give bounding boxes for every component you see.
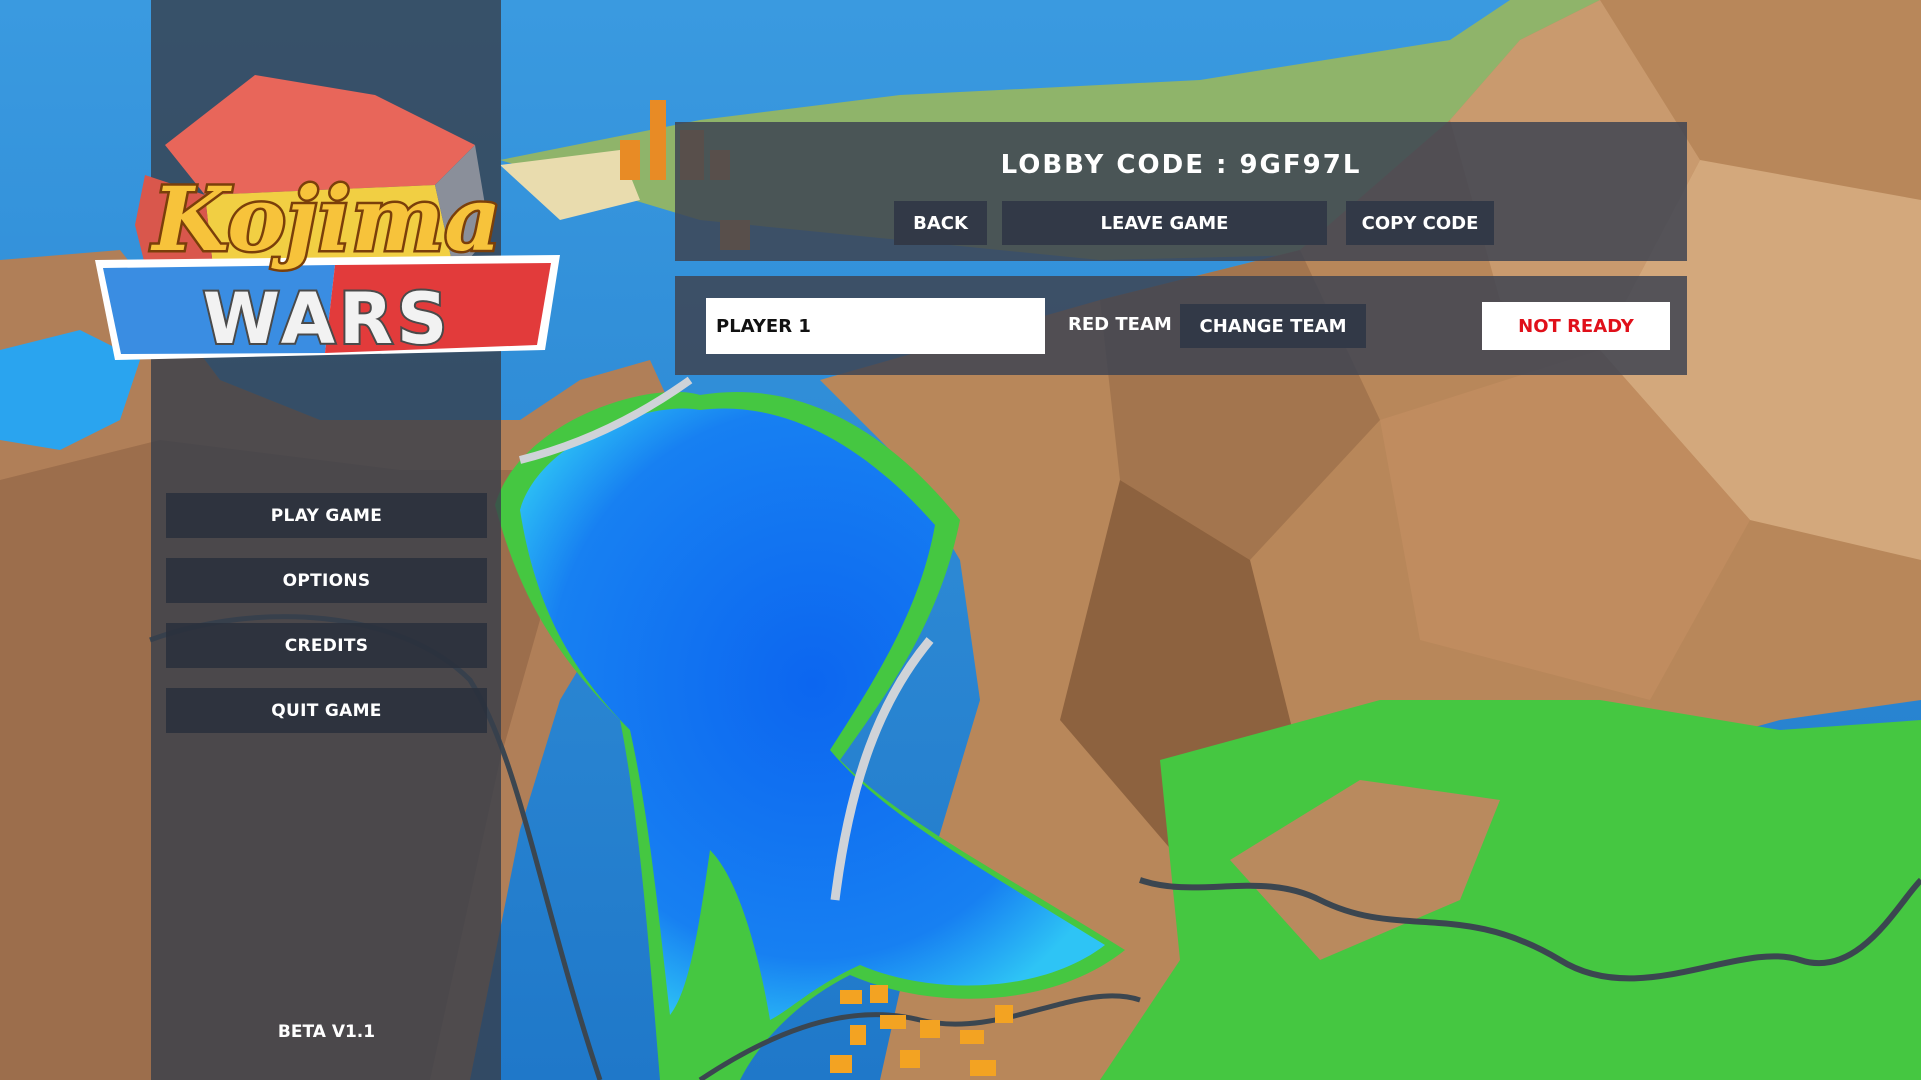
back-button[interactable]: BACK [894, 201, 987, 245]
credits-button[interactable]: CREDITS [166, 623, 487, 668]
quit-game-button[interactable]: QUIT GAME [166, 688, 487, 733]
logo-title-wars: WARS [203, 278, 452, 360]
ready-status-button[interactable]: NOT READY [1482, 302, 1670, 350]
copy-code-button[interactable]: COPY CODE [1346, 201, 1494, 245]
lobby-code-title: LOBBY CODE : 9GF97L [1000, 150, 1362, 180]
options-button[interactable]: OPTIONS [166, 558, 487, 603]
valley-grass [1100, 700, 1921, 1080]
play-game-button[interactable]: PLAY GAME [166, 493, 487, 538]
kojima-wars-logo: Kojima WARS [95, 75, 560, 362]
version-label: BETA V1.1 [277, 1022, 376, 1042]
logo-title-kojima: Kojima [150, 167, 502, 271]
player-name-input[interactable] [706, 298, 1045, 354]
leave-game-button[interactable]: LEAVE GAME [1002, 201, 1327, 245]
change-team-button[interactable]: CHANGE TEAM [1180, 304, 1366, 348]
team-label: RED TEAM [1068, 314, 1172, 335]
